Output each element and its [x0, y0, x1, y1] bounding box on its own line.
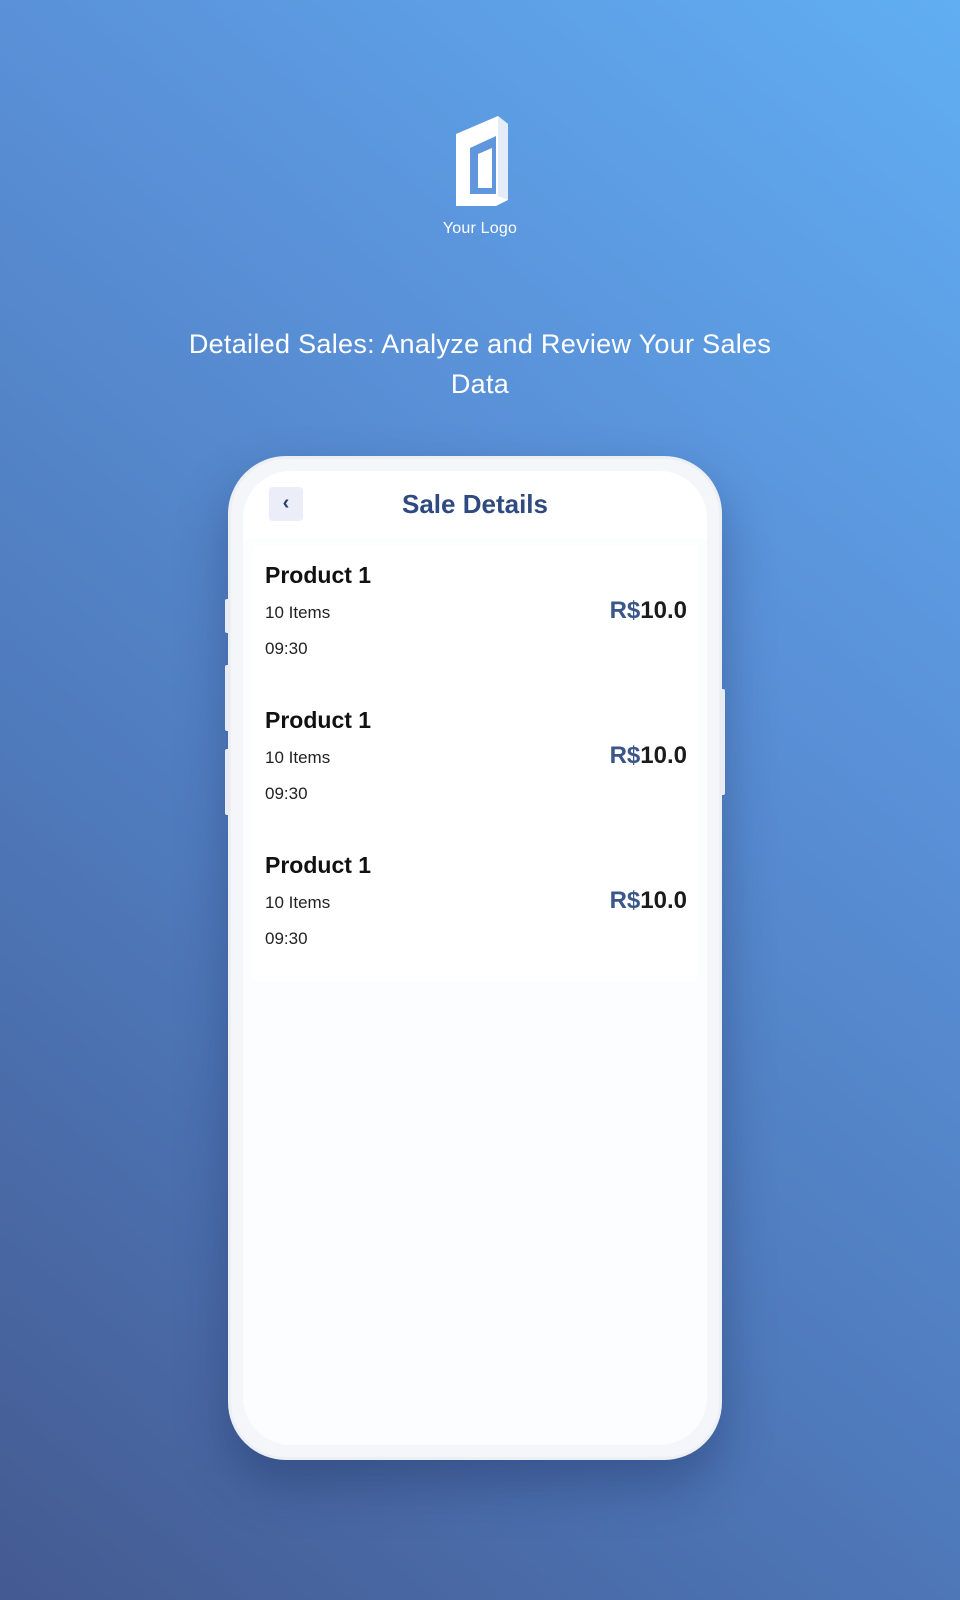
sale-time: 09:30 [265, 639, 308, 658]
items-count: 10 Items [265, 748, 331, 767]
phone-screen: ‹ Sale Details Product 1 10 Items 09:30 … [243, 471, 707, 1445]
items-count: 10 Items [265, 893, 331, 912]
page-title: Sale Details [402, 489, 548, 519]
product-name: Product 1 [265, 562, 372, 588]
sale-price: R$10.0 [610, 887, 687, 915]
phone-volume-down-button [225, 749, 230, 815]
sale-item[interactable]: Product 1 10 Items 09:30 R$10.0 [253, 545, 697, 690]
sale-time: 09:30 [265, 784, 308, 803]
app-header: ‹ Sale Details [243, 471, 707, 539]
price-amount: 10.0 [640, 597, 687, 624]
price-amount: 10.0 [640, 742, 687, 769]
logo-text: Your Logo [442, 220, 518, 237]
items-count: 10 Items [265, 603, 331, 622]
sale-price: R$10.0 [610, 597, 687, 625]
logo: Your Logo [0, 114, 960, 238]
sale-item[interactable]: Product 1 10 Items 09:30 R$10.0 [253, 690, 697, 835]
product-name: Product 1 [265, 852, 372, 878]
currency-symbol: R$ [609, 742, 641, 769]
phone-side-button [225, 599, 230, 633]
sale-item[interactable]: Product 1 10 Items 09:30 R$10.0 [253, 835, 697, 980]
phone-power-button [720, 689, 725, 795]
currency-symbol: R$ [609, 887, 641, 914]
logo-icon [456, 116, 508, 206]
product-name: Product 1 [265, 707, 372, 733]
phone-volume-up-button [225, 665, 230, 731]
headline: Detailed Sales: Analyze and Review Your … [188, 329, 772, 399]
price-amount: 10.0 [640, 887, 687, 914]
sale-price: R$10.0 [610, 742, 687, 770]
sales-list: Product 1 10 Items 09:30 R$10.0 Product … [253, 545, 697, 981]
currency-symbol: R$ [609, 597, 641, 624]
sale-time: 09:30 [265, 929, 308, 948]
phone-mockup: ‹ Sale Details Product 1 10 Items 09:30 … [225, 456, 725, 1460]
